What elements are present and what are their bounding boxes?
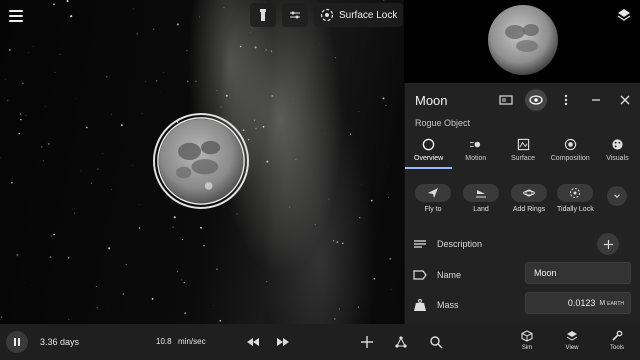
- sim-button[interactable]: Sim: [510, 330, 544, 351]
- tab-label: Surface: [510, 155, 536, 162]
- name-row: Name Moon: [405, 262, 640, 290]
- add-rings-button[interactable]: Add Rings: [511, 184, 547, 213]
- mass-label: Mass: [437, 300, 459, 310]
- panel-header: Moon: [405, 83, 640, 117]
- description-icon: [414, 240, 426, 248]
- land-button[interactable]: Land: [463, 184, 499, 213]
- surface-lock-button[interactable]: Surface Lock: [314, 3, 404, 27]
- tools-label: Tools: [609, 345, 624, 351]
- pause-button[interactable]: [6, 331, 28, 353]
- tab-label: Visuals: [606, 155, 629, 162]
- description-label: Description: [437, 239, 483, 249]
- mass-value: 0.0123: [567, 298, 596, 308]
- network-icon[interactable]: [394, 335, 408, 349]
- card-view-icon[interactable]: [497, 91, 515, 109]
- minimize-icon[interactable]: [587, 91, 605, 109]
- action-label: Fly to: [424, 206, 442, 213]
- tab-overview[interactable]: Overview: [405, 135, 453, 169]
- name-value: Moon: [534, 268, 557, 278]
- mass-row: Mass 0.0123 M EARTH: [405, 292, 640, 320]
- elapsed-time: 3.36 days: [40, 337, 80, 347]
- mass-unit: M EARTH: [599, 299, 624, 307]
- tidally-lock-button[interactable]: Tidally Lock: [557, 184, 594, 213]
- rewind-icon[interactable]: [246, 335, 260, 349]
- weight-icon: [414, 299, 426, 311]
- time-rate-value[interactable]: 10.8: [156, 337, 172, 346]
- tab-composition[interactable]: Composition: [547, 135, 594, 169]
- overview-icon: [422, 138, 435, 151]
- name-label: Name: [437, 270, 462, 280]
- tidally-lock-icon: [570, 188, 581, 198]
- fly-to-icon: [428, 188, 438, 198]
- moon-thumbnail-image: [488, 5, 558, 75]
- visuals-icon: [612, 139, 623, 150]
- surface-icon: [517, 138, 529, 151]
- add-rings-icon: [523, 189, 535, 197]
- add-icon[interactable]: [360, 335, 374, 349]
- land-icon: [476, 190, 486, 198]
- fly-to-button[interactable]: Fly to: [415, 184, 451, 213]
- mass-field[interactable]: 0.0123 M EARTH: [525, 292, 631, 314]
- tab-label: Composition: [550, 155, 590, 162]
- tab-surface[interactable]: Surface: [499, 135, 546, 169]
- motion-icon: [470, 141, 481, 148]
- chevron-down-icon[interactable]: [607, 186, 627, 206]
- action-label: Land: [473, 206, 489, 213]
- name-field[interactable]: Moon: [525, 262, 631, 284]
- layers-icon: [566, 331, 578, 341]
- tab-label: Overview: [414, 155, 444, 162]
- action-label: Add Rings: [512, 206, 546, 213]
- fast-forward-icon[interactable]: [276, 335, 290, 349]
- object-title: Moon: [415, 93, 448, 108]
- action-label: Tidally Lock: [557, 206, 594, 213]
- plus-icon: [603, 239, 613, 249]
- moon-selected-object[interactable]: [153, 113, 249, 209]
- tab-motion[interactable]: Motion: [452, 135, 499, 169]
- tools-button[interactable]: Tools: [600, 330, 634, 351]
- view-button[interactable]: View: [555, 330, 589, 351]
- layers-icon[interactable]: [616, 7, 632, 23]
- view-label: View: [565, 345, 579, 351]
- surface-lock-label: Surface Lock: [339, 9, 398, 21]
- composition-icon: [564, 138, 576, 151]
- more-vertical-icon[interactable]: [557, 91, 575, 109]
- object-panel: Moon Rogue Object Overview Motion Surfac…: [404, 83, 640, 324]
- description-row: Description: [405, 231, 640, 259]
- hamburger-menu-icon[interactable]: [6, 6, 26, 26]
- flashlight-icon[interactable]: [250, 3, 276, 27]
- search-icon[interactable]: [429, 335, 443, 349]
- top-toolbar: Surface Lock: [250, 3, 404, 27]
- action-row: Fly to Land Add Rings Tidally Lock: [405, 184, 640, 224]
- sliders-icon[interactable]: [282, 3, 308, 27]
- add-description-button[interactable]: [597, 233, 619, 255]
- object-type-label: Rogue Object: [415, 118, 471, 128]
- eye-icon[interactable]: [525, 89, 547, 111]
- label-tag-icon: [413, 270, 427, 280]
- cube-icon: [521, 330, 533, 342]
- sim-label: Sim: [521, 345, 533, 351]
- bottom-bar: 3.36 days 10.8 min/sec Sim View Tools: [0, 324, 640, 360]
- close-icon[interactable]: [616, 91, 634, 109]
- time-rate-unit: min/sec: [178, 337, 206, 346]
- tab-visuals[interactable]: Visuals: [594, 135, 640, 169]
- panel-tabs: Overview Motion Surface Composition Visu…: [405, 135, 640, 169]
- wrench-icon: [612, 330, 623, 341]
- surface-lock-icon: [320, 8, 334, 22]
- tab-label: Motion: [465, 155, 487, 162]
